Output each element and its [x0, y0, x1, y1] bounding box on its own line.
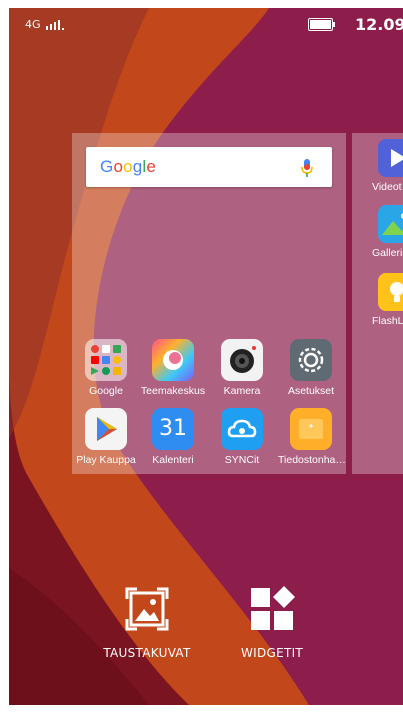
app-kamera[interactable]: Kamera	[209, 339, 275, 397]
app-galleria[interactable]: Galleria	[354, 205, 403, 259]
video-play-icon	[378, 139, 403, 177]
network-type: 4G	[25, 18, 41, 31]
calendar-day: 31	[159, 416, 187, 441]
app-label: Kalenteri	[152, 454, 194, 466]
flashlight-icon	[378, 273, 403, 311]
home-page-preview[interactable]: Google Google Teemakeskus Kamera Asetuks…	[72, 133, 346, 474]
app-label: Galleria	[372, 247, 403, 259]
app-label: Teemakeskus	[140, 385, 206, 397]
clock: 12.09	[355, 15, 403, 34]
app-flashlight[interactable]: FlashLig	[354, 273, 403, 327]
camera-icon	[221, 339, 263, 381]
wallpapers-button[interactable]: TAUSTAKUVAT	[87, 585, 207, 660]
app-label: Kamera	[223, 385, 261, 397]
settings-gear-icon	[290, 339, 332, 381]
status-bar: 4G 12.09	[9, 8, 403, 38]
widgets-label: WIDGETIT	[240, 646, 304, 660]
battery-icon	[308, 18, 335, 31]
play-store-icon	[85, 408, 127, 450]
google-search-widget[interactable]: Google	[86, 147, 332, 187]
phone-screen: 4G 12.09 Google Google Teemakeskus Kamer…	[9, 8, 403, 705]
app-label: Videot	[372, 181, 402, 193]
wallpaper-picture-icon	[125, 587, 169, 631]
app-teemakeskus[interactable]: Teemakeskus	[140, 339, 206, 397]
app-tiedostonhallinta[interactable]: Tiedostonha…	[278, 408, 346, 466]
widgets-grid-icon	[251, 586, 295, 630]
app-label: Asetukset	[287, 385, 335, 397]
wallpapers-label: TAUSTAKUVAT	[103, 646, 191, 660]
app-play-kauppa[interactable]: Play Kauppa	[73, 408, 139, 466]
google-folder-icon	[85, 339, 127, 381]
file-manager-icon	[290, 408, 332, 450]
app-kalenteri[interactable]: 31 Kalenteri	[140, 408, 206, 466]
app-label: Play Kauppa	[76, 454, 136, 466]
next-page-preview[interactable]: Videot Galleria FlashLig	[352, 133, 403, 474]
microphone-icon[interactable]	[300, 158, 314, 178]
app-videot[interactable]: Videot	[354, 139, 403, 193]
app-label: Google	[89, 385, 123, 397]
google-logo: Google	[100, 157, 157, 176]
app-google-folder[interactable]: Google	[73, 339, 139, 397]
gallery-icon	[378, 205, 403, 243]
widgets-button[interactable]: WIDGETIT	[212, 585, 332, 660]
app-asetukset[interactable]: Asetukset	[278, 339, 344, 397]
theme-center-icon	[152, 339, 194, 381]
app-label: SYNCit	[224, 454, 260, 466]
app-syncit[interactable]: SYNCit	[209, 408, 275, 466]
calendar-icon: 31	[152, 408, 194, 450]
app-label: FlashLig	[372, 315, 403, 327]
syncit-cloud-icon	[221, 408, 263, 450]
app-label: Tiedostonha…	[278, 454, 346, 466]
signal-strength-icon	[46, 20, 64, 30]
